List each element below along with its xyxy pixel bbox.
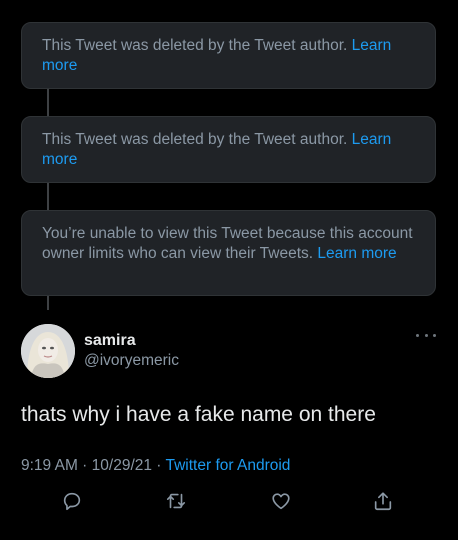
tweet-metadata: 9:19 AM · 10/29/21 · Twitter for Android	[21, 457, 290, 475]
more-options-icon[interactable]	[416, 330, 436, 340]
restricted-tweet-notice: You’re unable to view this Tweet because…	[21, 210, 436, 296]
avatar[interactable]	[21, 324, 75, 378]
learn-more-link[interactable]: Learn more	[317, 245, 396, 262]
retweet-icon[interactable]	[163, 488, 189, 514]
display-name[interactable]: samira	[84, 332, 136, 350]
user-handle[interactable]: @ivoryemeric	[84, 352, 179, 370]
avatar-image	[21, 324, 75, 378]
reply-icon[interactable]	[59, 488, 85, 514]
deleted-tweet-notice: This Tweet was deleted by the Tweet auth…	[21, 116, 436, 183]
meta-separator: ·	[77, 457, 92, 474]
thread-connector	[47, 88, 49, 116]
main-tweet: samira @ivoryemeric thats why i have a f…	[0, 310, 458, 540]
share-icon[interactable]	[370, 488, 396, 514]
tweet-text: thats why i have a fake name on there	[21, 403, 376, 426]
tweet-source-link[interactable]: Twitter for Android	[166, 457, 291, 474]
thread-connector	[47, 295, 49, 310]
meta-separator: ·	[152, 457, 166, 474]
notice-text: This Tweet was deleted by the Tweet auth…	[42, 37, 352, 54]
like-icon[interactable]	[268, 488, 294, 514]
conversation-thread: This Tweet was deleted by the Tweet auth…	[0, 0, 458, 310]
tweet-date[interactable]: 10/29/21	[92, 457, 152, 474]
thread-connector	[47, 182, 49, 210]
tweet-time[interactable]: 9:19 AM	[21, 457, 78, 474]
notice-text: This Tweet was deleted by the Tweet auth…	[42, 131, 352, 148]
deleted-tweet-notice: This Tweet was deleted by the Tweet auth…	[21, 22, 436, 89]
tweet-actions	[0, 488, 458, 518]
